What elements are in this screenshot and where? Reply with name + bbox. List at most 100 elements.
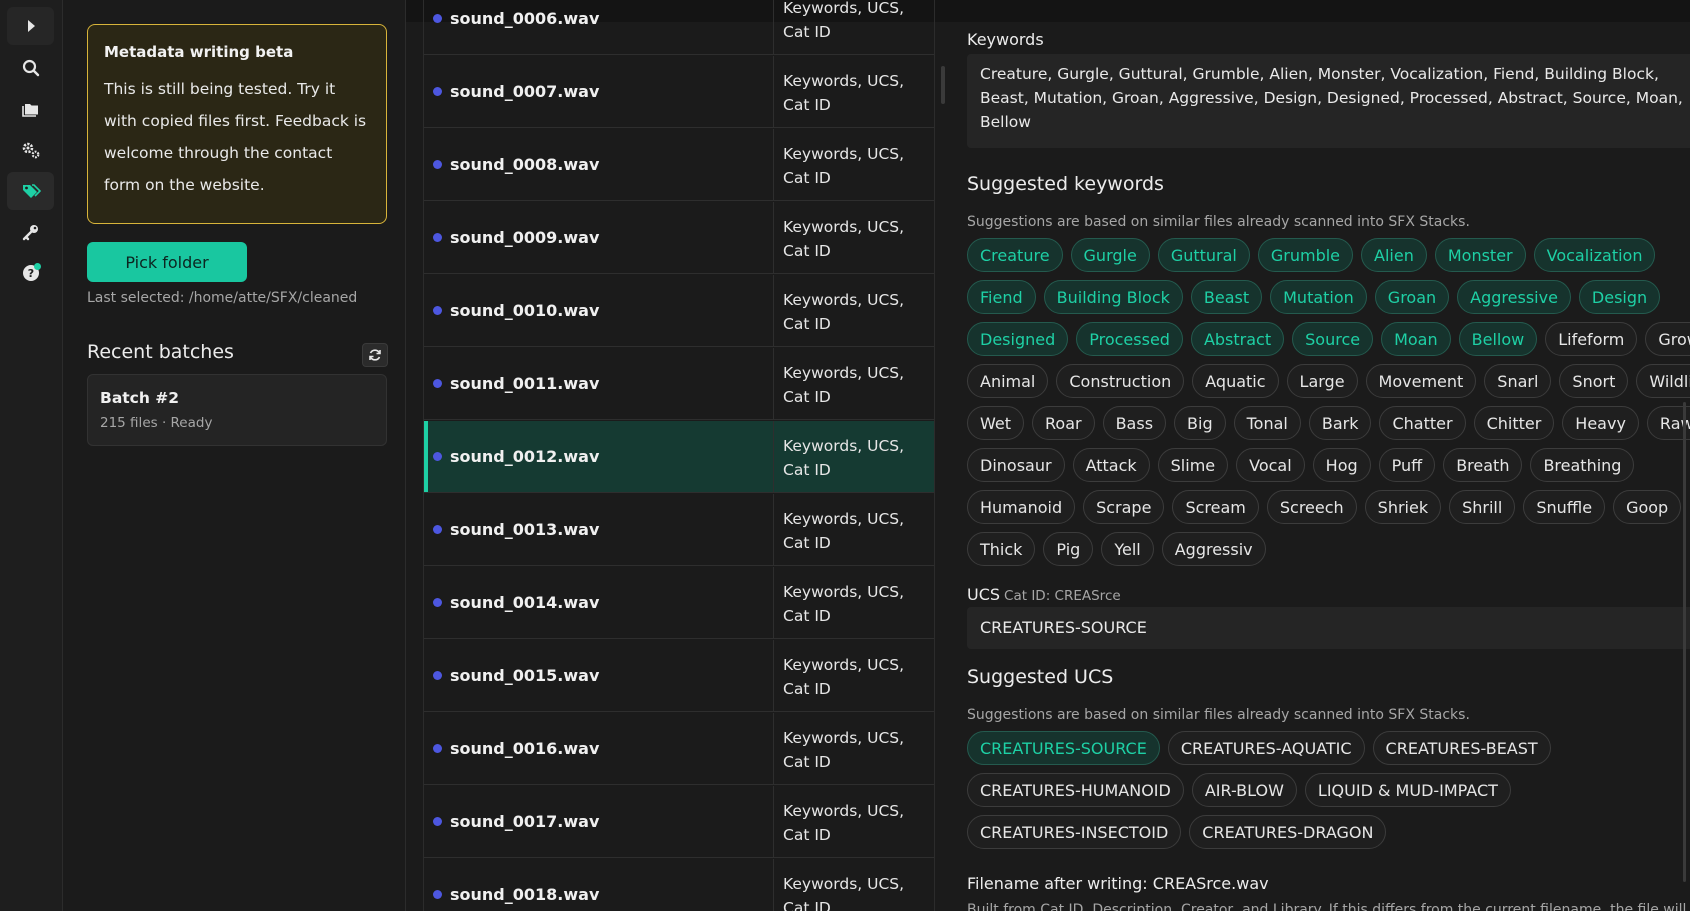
keyword-chip-selected[interactable]: Fiend — [967, 280, 1036, 314]
search-nav-button[interactable] — [7, 49, 54, 87]
license-nav-button[interactable] — [7, 213, 54, 251]
keyword-chip[interactable]: Wildlife — [1636, 364, 1690, 398]
keyword-chip[interactable]: Heavy — [1562, 406, 1639, 440]
ucs-chip[interactable]: CREATURES-HUMANOID — [967, 773, 1184, 807]
keyword-chip[interactable]: Humanoid — [967, 490, 1076, 524]
keyword-chip[interactable]: Roar — [1032, 406, 1095, 440]
ucs-chip[interactable]: CREATURES-BEAST — [1372, 731, 1551, 765]
pick-folder-button[interactable]: Pick folder — [87, 242, 247, 282]
file-row[interactable]: sound_0009.wav Keywords, UCS, Cat ID — [424, 202, 934, 274]
file-name: sound_0010.wav — [450, 301, 600, 320]
keyword-chip-selected[interactable]: Moan — [1381, 322, 1451, 356]
keyword-chip[interactable]: Aggressiv — [1161, 532, 1266, 566]
keyword-chip[interactable]: Hog — [1312, 448, 1371, 482]
keyword-chip[interactable]: Dinosaur — [967, 448, 1065, 482]
file-row[interactable]: sound_0015.wav Keywords, UCS, Cat ID — [424, 640, 934, 712]
keyword-chip[interactable]: Shrill — [1449, 490, 1516, 524]
keyword-chip[interactable]: Chatter — [1379, 406, 1466, 440]
keyword-chip[interactable]: Vocal — [1236, 448, 1305, 482]
ucs-chip[interactable]: LIQUID & MUD-IMPACT — [1304, 773, 1511, 807]
file-row[interactable]: sound_0011.wav Keywords, UCS, Cat ID — [424, 348, 934, 420]
keyword-chip-selected[interactable]: Aggressive — [1457, 280, 1571, 314]
suggested-ucs-list: CREATURES-SOURCE CREATURES-AQUATIC CREATUR… — [967, 731, 1690, 849]
keyword-chip[interactable]: Growl — [1645, 322, 1690, 356]
keyword-chip-selected[interactable]: Bellow — [1458, 322, 1538, 356]
keyword-chip[interactable]: Goop — [1613, 490, 1682, 524]
keyword-chip-selected[interactable]: Creature — [967, 238, 1063, 272]
keyword-chip[interactable]: Shriek — [1364, 490, 1442, 524]
keyword-chip[interactable]: Bark — [1308, 406, 1372, 440]
ucs-chip[interactable]: CREATURES-DRAGON — [1189, 815, 1387, 849]
file-row[interactable]: sound_0006.wav Keywords, UCS, Cat ID — [424, 0, 934, 55]
batch-card[interactable]: Batch #2 215 files · Ready — [87, 374, 387, 446]
file-row[interactable]: sound_0008.wav Keywords, UCS, Cat ID — [424, 129, 934, 201]
keyword-chip[interactable]: Puff — [1378, 448, 1436, 482]
keyword-chip-selected[interactable]: Mutation — [1270, 280, 1367, 314]
keyword-chip[interactable]: Wet — [967, 406, 1024, 440]
keyword-chip[interactable]: Chitter — [1473, 406, 1555, 440]
keyword-chip-selected[interactable]: Designed — [967, 322, 1069, 356]
file-metadata-fields: Keywords, UCS, Cat ID — [773, 56, 934, 127]
keyword-chip-selected[interactable]: Design — [1578, 280, 1661, 314]
keywords-input[interactable]: Creature, Gurgle, Guttural, Grumble, Ali… — [967, 54, 1690, 148]
keyword-chip[interactable]: Animal — [967, 364, 1049, 398]
keyword-chip[interactable]: Yell — [1101, 532, 1154, 566]
keyword-chip[interactable]: Snuffle — [1523, 490, 1606, 524]
keyword-chip-selected[interactable]: Alien — [1361, 238, 1427, 272]
panel-scrollbar[interactable] — [1683, 402, 1686, 882]
keyword-chip[interactable]: Aquatic — [1192, 364, 1279, 398]
keyword-chip-selected[interactable]: Gurgle — [1070, 238, 1150, 272]
file-row[interactable]: sound_0016.wav Keywords, UCS, Cat ID — [424, 713, 934, 785]
keyword-chip[interactable]: Attack — [1072, 448, 1150, 482]
keyword-chip[interactable]: Snort — [1559, 364, 1629, 398]
suggested-keywords-list: Creature Gurgle Guttural Grumble Alien Monste… — [967, 238, 1690, 566]
keyword-chip-selected[interactable]: Groan — [1374, 280, 1450, 314]
keyword-chip[interactable]: Bass — [1102, 406, 1167, 440]
ucs-chip[interactable]: CREATURES-INSECTOID — [967, 815, 1182, 849]
keyword-chip-selected[interactable]: Monster — [1434, 238, 1526, 272]
keyword-chip[interactable]: Pig — [1043, 532, 1094, 566]
keyword-chip[interactable]: Large — [1286, 364, 1358, 398]
keyword-chip-selected[interactable]: Abstract — [1190, 322, 1285, 356]
file-row[interactable]: sound_0017.wav Keywords, UCS, Cat ID — [424, 786, 934, 858]
keyword-chip[interactable]: Big — [1174, 406, 1226, 440]
keyword-chip-selected[interactable]: Vocalization — [1533, 238, 1656, 272]
keyword-chip-selected[interactable]: Grumble — [1257, 238, 1354, 272]
keyword-chip-selected[interactable]: Processed — [1076, 322, 1183, 356]
help-nav-button[interactable]: ? — [7, 254, 54, 292]
keyword-chip[interactable]: Construction — [1056, 364, 1185, 398]
keyword-chip[interactable]: Breath — [1443, 448, 1523, 482]
ucs-input[interactable]: CREATURES-SOURCE — [967, 607, 1690, 649]
keyword-chip-selected[interactable]: Beast — [1190, 280, 1263, 314]
keyword-chip[interactable]: Breathing — [1530, 448, 1635, 482]
file-row[interactable]: sound_0013.wav Keywords, UCS, Cat ID — [424, 494, 934, 566]
keyword-chip[interactable]: Scrape — [1083, 490, 1165, 524]
keyword-chip[interactable]: Screech — [1266, 490, 1357, 524]
file-row[interactable]: sound_0012.wav Keywords, UCS, Cat ID — [424, 421, 934, 493]
file-row[interactable]: sound_0010.wav Keywords, UCS, Cat ID — [424, 275, 934, 347]
expand-sidebar-button[interactable] — [7, 7, 54, 45]
file-row[interactable]: sound_0014.wav Keywords, UCS, Cat ID — [424, 567, 934, 639]
refresh-button[interactable] — [362, 343, 388, 367]
status-dot-icon — [433, 525, 442, 534]
ucs-chip-selected[interactable]: CREATURES-SOURCE — [967, 731, 1160, 765]
keyword-chip[interactable]: Movement — [1365, 364, 1477, 398]
ucs-chip[interactable]: CREATURES-AQUATIC — [1167, 731, 1365, 765]
settings-nav-button[interactable] — [7, 131, 54, 169]
folders-nav-button[interactable] — [7, 90, 54, 128]
file-row[interactable]: sound_0018.wav Keywords, UCS, Cat ID — [424, 859, 934, 911]
keyword-chip[interactable]: Scream — [1172, 490, 1259, 524]
ucs-chip[interactable]: AIR-BLOW — [1191, 773, 1297, 807]
keyword-chip-selected[interactable]: Building Block — [1043, 280, 1183, 314]
list-scrollbar[interactable] — [941, 66, 945, 104]
file-row[interactable]: sound_0007.wav Keywords, UCS, Cat ID — [424, 56, 934, 128]
metadata-nav-button[interactable] — [7, 172, 54, 210]
keyword-chip[interactable]: Tonal — [1233, 406, 1301, 440]
keyword-chip[interactable]: Lifeform — [1545, 322, 1638, 356]
keyword-chip-selected[interactable]: Source — [1292, 322, 1374, 356]
keyword-chip[interactable]: Slime — [1157, 448, 1229, 482]
keyword-chip[interactable]: Snarl — [1484, 364, 1552, 398]
keyword-chip-selected[interactable]: Guttural — [1157, 238, 1250, 272]
file-metadata-fields: Keywords, UCS, Cat ID — [773, 202, 934, 273]
keyword-chip[interactable]: Thick — [967, 532, 1036, 566]
